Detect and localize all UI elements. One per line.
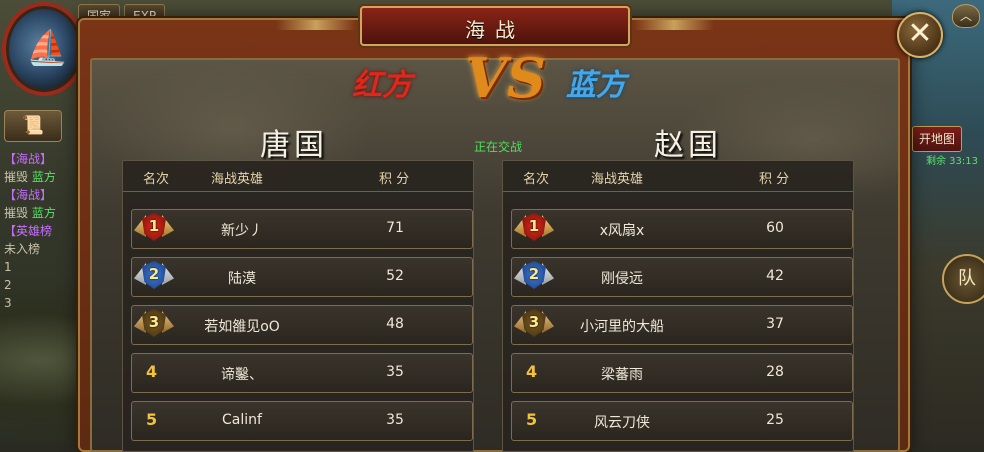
hero-name: 谛鑿、 <box>221 367 263 383</box>
close-button[interactable]: ✕ <box>897 12 943 58</box>
chat-panel: 【海战】 摧毁 蓝方 【海战】 摧毁 蓝方 【英雄榜 未入榜 1 2 3 <box>4 150 80 312</box>
rank-number: 1 <box>148 217 160 235</box>
chat-text: 摧毁 <box>4 206 29 220</box>
hero-name: 梁蕃雨 <box>601 367 643 383</box>
gold-medal-icon: 1 <box>134 207 174 249</box>
ranking-row: 1 新少丿 71 <box>131 209 473 249</box>
rank-number: 5 <box>146 410 158 429</box>
battle-state: 正在交战 <box>473 140 522 154</box>
chat-rank-row: 未入榜 <box>4 242 41 256</box>
red-side-label: 红方 <box>352 68 412 103</box>
bronze-medal-icon: 3 <box>514 303 554 345</box>
ranking-row: 2 陆漠 52 <box>131 257 473 297</box>
dialog-title-bar: 海战 <box>276 6 714 46</box>
hero-name: 风云刀侠 <box>594 415 650 431</box>
map-info: 剩余 33:13 <box>926 156 978 167</box>
chat-line: 摧毁 蓝方 <box>4 168 80 186</box>
hero-score: 37 <box>766 316 784 332</box>
hero-score: 60 <box>766 220 784 236</box>
chat-tag: 【海战】 <box>4 152 53 166</box>
header-rank: 名次 <box>143 172 170 187</box>
hero-score: 48 <box>386 316 404 332</box>
hero-score: 52 <box>386 268 404 284</box>
ranking-row: 1 x风扇x 60 <box>511 209 853 249</box>
blue-ranking-table: 名次 海战英雄 积 分 1 x风扇x 60 2 刚侵远 42 3 小河里的大船 37 4 梁蕃雨 28… <box>502 160 854 452</box>
header-score: 积 分 <box>759 172 790 187</box>
hero-score: 28 <box>766 364 784 380</box>
chat-line: 摧毁 蓝方 <box>4 204 80 222</box>
chat-line: 【英雄榜 <box>4 222 80 240</box>
rank-number: 3 <box>528 313 540 331</box>
team-button[interactable]: 队 <box>942 254 984 304</box>
player-avatar-minimap[interactable]: ⛵ <box>2 2 86 96</box>
chat-line: 【海战】 <box>4 150 80 168</box>
table-header: 名次 海战英雄 积 分 <box>123 161 473 192</box>
hero-score: 25 <box>766 412 784 428</box>
chat-highlight: 蓝方 <box>31 206 56 220</box>
rank-number: 1 <box>528 217 540 235</box>
hero-name: Calinf <box>222 412 262 428</box>
ship-icon: ⛵ <box>26 28 69 68</box>
hero-name: 陆漠 <box>228 271 256 287</box>
header-rank: 名次 <box>523 172 550 187</box>
hero-score: 35 <box>386 364 404 380</box>
header-score: 积 分 <box>379 172 410 187</box>
chat-line: 【海战】 <box>4 186 80 204</box>
red-ranking-table: 名次 海战英雄 积 分 1 新少丿 71 2 陆漠 52 3 若如雒见oO 48 4 谛鑿、 35 5 C… <box>122 160 474 452</box>
ranking-row: 3 若如雒见oO 48 <box>131 305 473 345</box>
hero-name: x风扇x <box>599 223 645 239</box>
hero-name: 小河里的大船 <box>580 319 664 335</box>
rank-number: 4 <box>146 362 158 381</box>
rank-number: 2 <box>528 265 540 283</box>
silver-medal-icon: 2 <box>134 255 174 297</box>
vs-label: VS <box>465 46 546 110</box>
hero-score: 42 <box>766 268 784 284</box>
hero-name: 新少丿 <box>221 223 263 239</box>
hero-score: 35 <box>386 412 404 428</box>
red-nation-name: 唐国 <box>260 128 328 163</box>
header-hero: 海战英雄 <box>211 172 264 187</box>
chat-rank-row: 2 <box>4 278 12 292</box>
rank-number: 3 <box>148 313 160 331</box>
chat-rank-row: 3 <box>4 296 12 310</box>
chat-text: 摧毁 <box>4 170 29 184</box>
ranking-row: 2 刚侵远 42 <box>511 257 853 297</box>
hero-name: 若如雒见oO <box>204 319 280 335</box>
table-header: 名次 海战英雄 积 分 <box>503 161 853 192</box>
open-map-button[interactable]: 开地图 <box>911 126 962 152</box>
silver-medal-icon: 2 <box>514 255 554 297</box>
ranking-row: 3 小河里的大船 37 <box>511 305 853 345</box>
header-hero: 海战英雄 <box>591 172 644 187</box>
rank-number: 4 <box>526 362 538 381</box>
blue-side-label: 蓝方 <box>566 68 626 103</box>
blue-nation-name: 赵国 <box>654 128 722 163</box>
rank-number: 2 <box>148 265 160 283</box>
ranking-row: 4 梁蕃雨 28 <box>511 353 853 393</box>
bronze-medal-icon: 3 <box>134 303 174 345</box>
chat-tag: 【海战】 <box>4 188 53 202</box>
ranking-row: 5 风云刀侠 25 <box>511 401 853 441</box>
chevron-up-icon[interactable]: ︿ <box>952 4 980 28</box>
rank-number: 5 <box>526 410 538 429</box>
chat-rank-row: 1 <box>4 260 12 274</box>
gold-medal-icon: 1 <box>514 207 554 249</box>
chat-highlight: 蓝方 <box>31 170 56 184</box>
ranking-row: 4 谛鑿、 35 <box>131 353 473 393</box>
ranking-row: 5 Calinf 35 <box>131 401 473 441</box>
chat-tag: 【英雄榜 <box>4 224 53 238</box>
dialog-title: 海战 <box>465 18 525 42</box>
hero-name: 刚侵远 <box>601 271 643 287</box>
scroll-icon-button[interactable]: 📜 <box>4 110 62 142</box>
hero-score: 71 <box>386 220 404 236</box>
